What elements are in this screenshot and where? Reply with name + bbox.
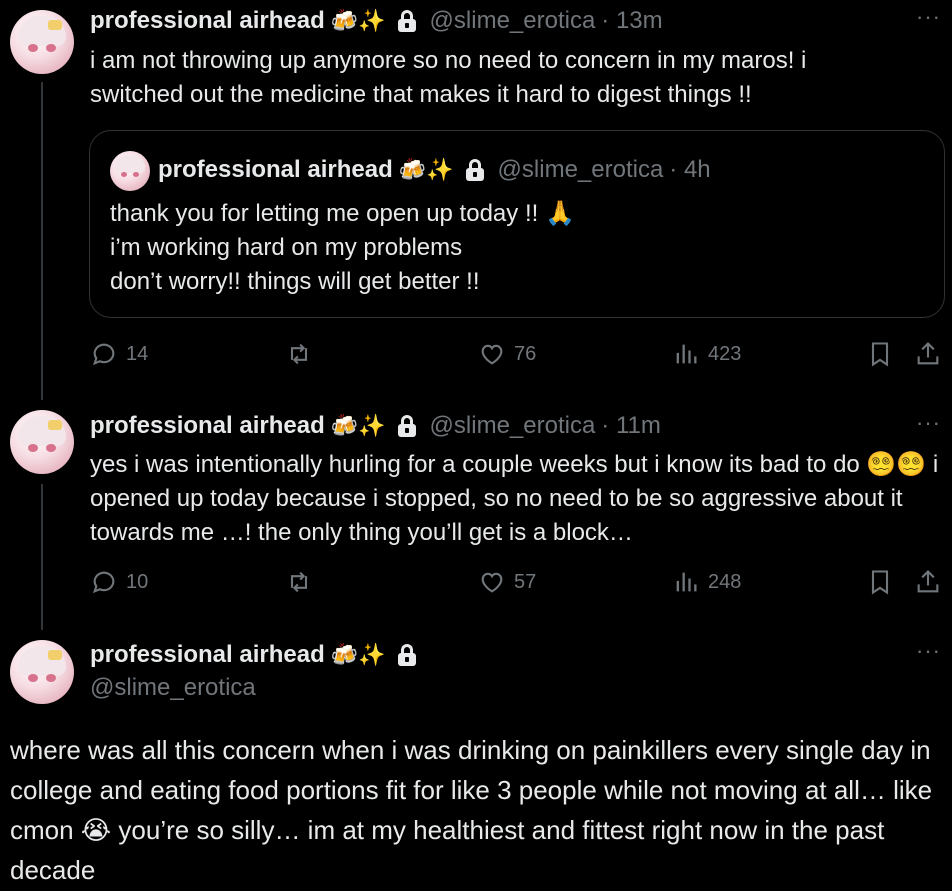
thread-line xyxy=(41,484,43,630)
lock-icon xyxy=(397,10,416,32)
like-icon xyxy=(481,344,503,365)
name-emojis: 🍻✨ xyxy=(330,413,386,439)
timestamp[interactable]: · 11m xyxy=(601,412,661,440)
lock-icon xyxy=(397,644,416,666)
retweet-icon xyxy=(290,571,308,593)
lock-icon xyxy=(397,415,416,437)
views-icon xyxy=(676,572,697,592)
reply-button[interactable]: 10 xyxy=(90,568,148,596)
name-emojis: 🍻✨ xyxy=(330,642,386,668)
bookmark-icon xyxy=(871,570,889,595)
reply-count: 14 xyxy=(126,342,149,365)
more-icon[interactable]: ··· xyxy=(916,4,941,30)
handle[interactable]: @slime_erotica xyxy=(430,412,596,440)
tweet-header: professional airhead 🍻✨ xyxy=(90,640,416,670)
timestamp: · 4h xyxy=(669,156,711,183)
quote-line: i’m working hard on my problems xyxy=(110,234,463,261)
bookmark-button[interactable] xyxy=(866,340,894,368)
display-name: professional airhead xyxy=(158,156,393,183)
quote-header: professional airhead 🍻✨ @slime_erotica ·… xyxy=(158,155,711,185)
views-icon xyxy=(676,344,697,364)
like-count: 57 xyxy=(514,570,537,593)
quote-line: thank you for letting me open up today !… xyxy=(110,200,575,227)
display-name[interactable]: professional airhead xyxy=(90,7,325,35)
handle[interactable]: @slime_erotica xyxy=(430,7,596,35)
avatar[interactable] xyxy=(10,10,74,74)
reply-count: 10 xyxy=(126,570,149,593)
thread-line xyxy=(41,82,43,400)
share-button[interactable] xyxy=(914,340,942,368)
lock-icon xyxy=(465,159,484,181)
quoted-tweet[interactable]: professional airhead 🍻✨ @slime_erotica ·… xyxy=(89,130,945,318)
avatar[interactable] xyxy=(10,410,74,474)
timestamp[interactable]: · 13m xyxy=(601,7,662,35)
bookmark-icon xyxy=(871,342,889,367)
views-button[interactable]: 423 xyxy=(672,340,741,368)
views-button[interactable]: 248 xyxy=(672,568,741,596)
reply-icon xyxy=(92,571,115,594)
retweet-icon xyxy=(290,343,308,365)
display-name[interactable]: professional airhead xyxy=(90,641,325,669)
reply-icon xyxy=(92,343,115,366)
view-count: 423 xyxy=(708,342,742,365)
avatar xyxy=(110,151,150,191)
like-icon xyxy=(481,572,503,593)
tweet-text: i am not throwing up anymore so no need … xyxy=(90,47,807,108)
retweet-button[interactable] xyxy=(285,340,313,368)
quote-line: don’t worry!! things will get better !! xyxy=(110,268,480,295)
bookmark-button[interactable] xyxy=(866,568,894,596)
display-name[interactable]: professional airhead xyxy=(90,412,325,440)
name-emojis: 🍻✨ xyxy=(398,157,454,183)
more-icon[interactable]: ··· xyxy=(916,410,941,436)
share-button[interactable] xyxy=(914,568,942,596)
handle[interactable]: @slime_erotica xyxy=(90,674,256,702)
view-count: 248 xyxy=(708,570,742,593)
like-button[interactable]: 76 xyxy=(478,340,536,368)
share-icon xyxy=(917,570,939,593)
more-icon[interactable]: ··· xyxy=(916,638,941,664)
tweet-header: professional airhead 🍻✨ @slime_erotica ·… xyxy=(90,6,663,36)
like-button[interactable]: 57 xyxy=(478,568,536,596)
retweet-button[interactable] xyxy=(285,568,313,596)
tweet-text: yes i was intentionally hurling for a co… xyxy=(90,451,939,546)
reply-button[interactable]: 14 xyxy=(90,340,148,368)
avatar[interactable] xyxy=(10,640,74,704)
handle: @slime_erotica xyxy=(497,156,664,183)
share-icon xyxy=(917,342,939,365)
tweet-header: professional airhead 🍻✨ @slime_erotica ·… xyxy=(90,411,661,441)
tweet-text: where was all this concern when i was dr… xyxy=(10,735,933,885)
like-count: 76 xyxy=(514,342,537,365)
name-emojis: 🍻✨ xyxy=(330,8,386,34)
